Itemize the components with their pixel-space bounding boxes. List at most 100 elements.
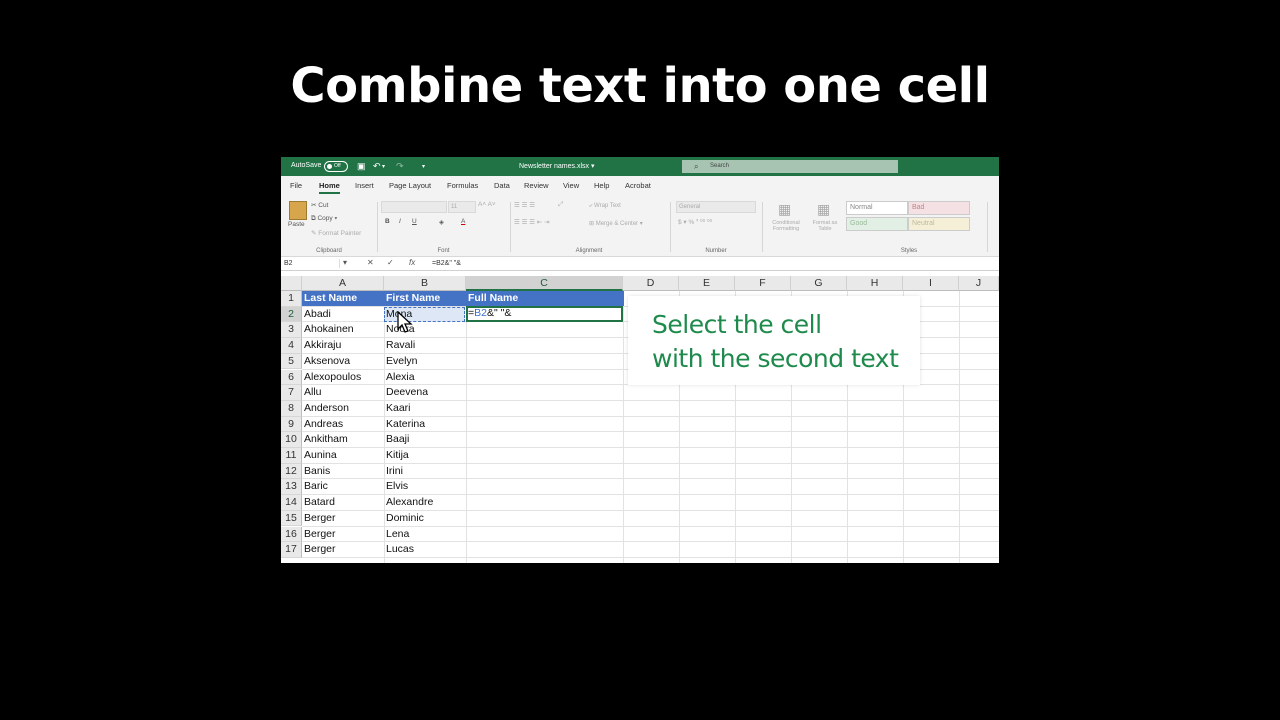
italic-button[interactable]: I xyxy=(399,218,401,225)
row-header-6[interactable]: 6 xyxy=(281,369,302,386)
row-header-3[interactable]: 3 xyxy=(281,322,302,339)
conditional-formatting-button[interactable]: ▦ Conditional Formatting xyxy=(766,201,806,257)
table-cell[interactable]: Alexopoulos xyxy=(304,370,361,385)
table-cell[interactable]: Alexandre xyxy=(386,495,433,510)
table-cell[interactable]: Berger xyxy=(304,511,336,526)
style-bad[interactable]: Bad xyxy=(908,201,970,215)
table-cell[interactable]: Aksenova xyxy=(304,354,350,369)
column-header-e[interactable]: E xyxy=(679,276,735,291)
orientation-icon[interactable]: ⤢ xyxy=(558,201,563,209)
fx-icon[interactable]: fx xyxy=(409,258,415,267)
table-header-cell[interactable]: Full Name xyxy=(468,291,518,306)
row-header-5[interactable]: 5 xyxy=(281,353,302,370)
row-header-13[interactable]: 13 xyxy=(281,479,302,496)
column-header-b[interactable]: B xyxy=(384,276,466,291)
tab-formulas[interactable]: Formulas xyxy=(447,181,478,190)
column-header-g[interactable]: G xyxy=(791,276,847,291)
autosave-toggle[interactable]: Off xyxy=(324,161,348,172)
top-align-icons[interactable]: ☰ ☰ ☰ xyxy=(514,201,535,209)
row-header-11[interactable]: 11 xyxy=(281,448,302,464)
tab-acrobat[interactable]: Acrobat xyxy=(625,181,651,190)
table-cell[interactable]: Deevena xyxy=(386,385,428,400)
table-cell[interactable]: Alexia xyxy=(386,370,415,385)
row-header-1[interactable]: 1 xyxy=(281,291,302,307)
file-name[interactable]: Newsletter names.xlsx ▾ xyxy=(519,162,594,170)
style-neutral[interactable]: Neutral xyxy=(908,217,970,231)
tab-home[interactable]: Home xyxy=(319,181,340,194)
table-cell[interactable]: Ravali xyxy=(386,338,415,353)
paste-icon[interactable] xyxy=(289,201,307,220)
table-cell[interactable]: Aunina xyxy=(304,448,337,463)
font-family-select[interactable] xyxy=(381,201,447,213)
font-size-select[interactable]: 11 xyxy=(448,201,476,213)
table-cell[interactable]: Kaari xyxy=(386,401,411,416)
tab-file[interactable]: File xyxy=(290,181,302,190)
table-cell[interactable]: Batard xyxy=(304,495,335,510)
column-header-a[interactable]: A xyxy=(302,276,384,291)
merge-center-button[interactable]: ⊞ Merge & Center ▾ xyxy=(589,220,643,227)
row-header-12[interactable]: 12 xyxy=(281,463,302,480)
tab-data[interactable]: Data xyxy=(494,181,510,190)
tab-review[interactable]: Review xyxy=(524,181,549,190)
number-format-select[interactable]: General xyxy=(676,201,756,213)
style-good[interactable]: Good xyxy=(846,217,908,231)
name-box[interactable]: B2 xyxy=(284,259,340,268)
table-cell[interactable]: Ankitham xyxy=(304,432,348,447)
table-cell[interactable]: Berger xyxy=(304,542,336,557)
table-cell[interactable]: Anderson xyxy=(304,401,349,416)
wrap-text-button[interactable]: ⤶ Wrap Text xyxy=(589,203,621,210)
row-header-2[interactable]: 2 xyxy=(281,306,302,323)
row-header-8[interactable]: 8 xyxy=(281,400,302,417)
format-as-table-button[interactable]: ▦ Format as Table xyxy=(807,201,843,257)
table-cell[interactable]: Andreas xyxy=(304,417,343,432)
redo-icon[interactable]: ↷ xyxy=(396,161,404,172)
column-header-f[interactable]: F xyxy=(735,276,791,291)
table-cell[interactable]: Baric xyxy=(304,479,328,494)
table-cell[interactable]: Berger xyxy=(304,527,336,542)
table-cell[interactable]: Ahokainen xyxy=(304,322,354,337)
table-header-cell[interactable]: First Name xyxy=(386,291,440,306)
tab-insert[interactable]: Insert xyxy=(355,181,374,190)
row-header-10[interactable]: 10 xyxy=(281,432,302,448)
table-header-cell[interactable]: Last Name xyxy=(304,291,357,306)
table-cell[interactable]: Evelyn xyxy=(386,354,418,369)
table-cell[interactable]: Dominic xyxy=(386,511,424,526)
font-size-buttons[interactable]: A˄ A˅ xyxy=(478,201,496,208)
table-cell[interactable]: Banis xyxy=(304,464,330,479)
undo-dropdown-icon[interactable]: ▾ xyxy=(382,163,385,170)
table-cell[interactable]: Akkiraju xyxy=(304,338,341,353)
row-header-9[interactable]: 9 xyxy=(281,416,302,433)
column-header-c[interactable]: C xyxy=(466,276,623,291)
formula-input[interactable]: =B2&" "& xyxy=(432,259,461,268)
table-cell[interactable]: Abadi xyxy=(304,307,331,322)
bold-button[interactable]: B xyxy=(385,218,390,225)
undo-icon[interactable]: ↶ xyxy=(373,161,381,172)
table-cell[interactable]: Lena xyxy=(386,527,409,542)
name-box-dropdown-icon[interactable]: ▾ xyxy=(343,258,347,267)
row-header-16[interactable]: 16 xyxy=(281,526,302,543)
column-header-i[interactable]: I xyxy=(903,276,959,291)
bottom-align-icons[interactable]: ☰ ☰ ☰ ⇤ ⇥ xyxy=(514,218,550,226)
format-painter-button[interactable]: ✎ Format Painter xyxy=(311,229,361,237)
column-header-j[interactable]: J xyxy=(959,276,999,291)
table-cell[interactable]: Allu xyxy=(304,385,322,400)
table-cell[interactable]: Lucas xyxy=(386,542,414,557)
cancel-icon[interactable]: ✕ xyxy=(367,258,374,267)
table-cell[interactable]: Katerina xyxy=(386,417,425,432)
cut-button[interactable]: ✂ Cut xyxy=(311,201,328,209)
table-cell[interactable]: Baaji xyxy=(386,432,409,447)
row-header-14[interactable]: 14 xyxy=(281,495,302,511)
table-cell[interactable]: Elvis xyxy=(386,479,408,494)
row-header-17[interactable]: 17 xyxy=(281,542,302,558)
row-header-15[interactable]: 15 xyxy=(281,510,302,527)
copy-button[interactable]: ⧉ Copy ▾ xyxy=(311,215,337,223)
number-format-icons[interactable]: $ ▾ % ❜ ⁰⁰ ⁰⁰ xyxy=(678,218,712,226)
table-cell[interactable]: Irini xyxy=(386,464,403,479)
customize-toolbar-icon[interactable]: ▾ xyxy=(422,163,425,170)
style-normal[interactable]: Normal xyxy=(846,201,908,215)
tab-help[interactable]: Help xyxy=(594,181,609,190)
table-cell[interactable]: Kitija xyxy=(386,448,409,463)
row-header-4[interactable]: 4 xyxy=(281,338,302,354)
column-header-d[interactable]: D xyxy=(623,276,679,291)
fill-color-icon[interactable]: ◈ xyxy=(439,218,444,226)
